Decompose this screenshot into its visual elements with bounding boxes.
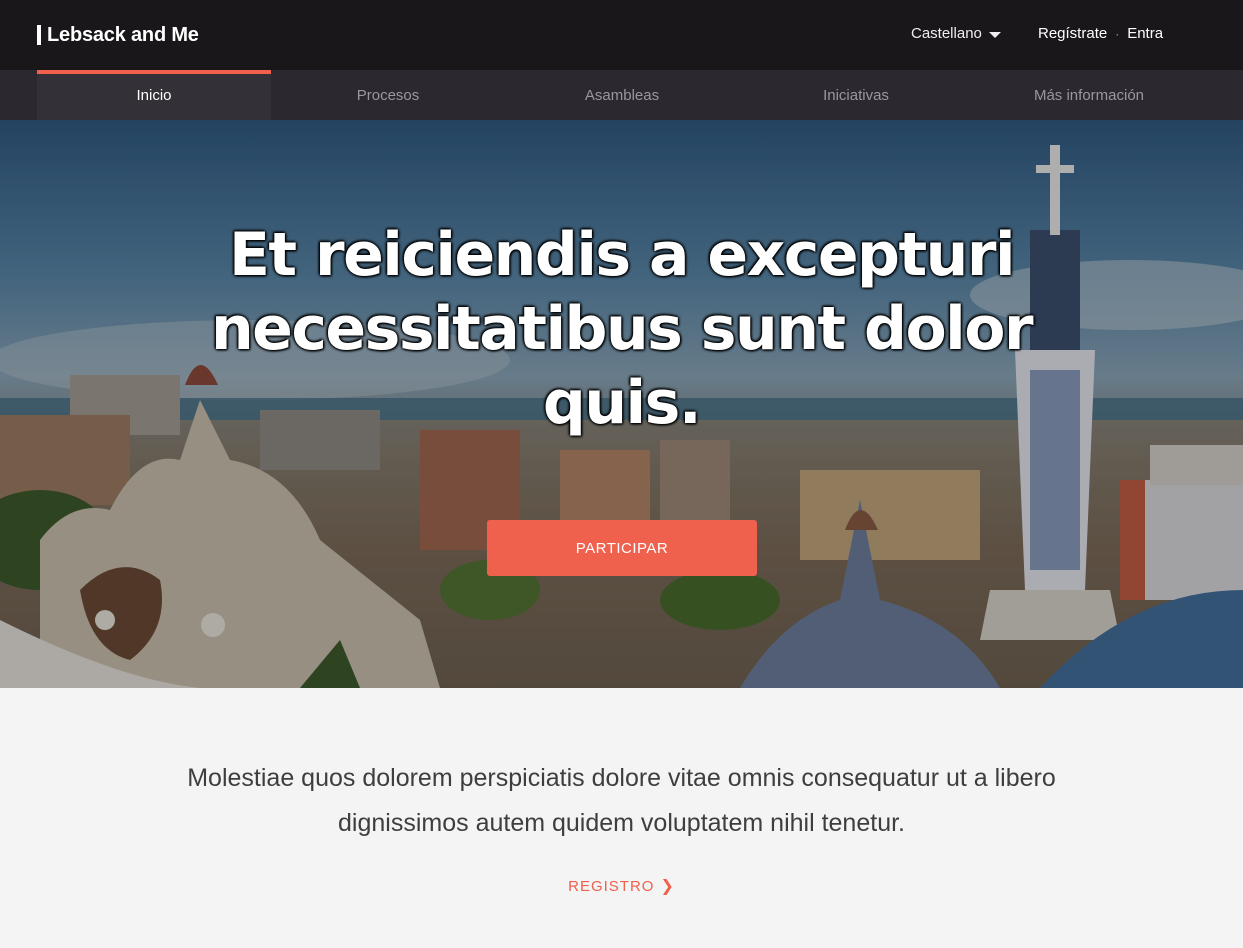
register-cta-label: REGISTRO bbox=[568, 877, 655, 895]
nav-item-inicio[interactable]: Inicio bbox=[37, 70, 271, 120]
top-bar: Lebsack and Me Castellano Regístrate · E… bbox=[0, 0, 1243, 70]
caret-down-icon bbox=[988, 31, 1001, 38]
auth-links: Regístrate · Entra bbox=[1038, 25, 1163, 42]
language-selector[interactable]: Castellano bbox=[911, 25, 1001, 42]
brand-name[interactable]: Lebsack and Me bbox=[47, 24, 199, 47]
auth-separator: · bbox=[1115, 26, 1120, 41]
nav-item-asambleas[interactable]: Asambleas bbox=[505, 70, 739, 120]
nav-item-procesos[interactable]: Procesos bbox=[271, 70, 505, 120]
register-link[interactable]: Regístrate bbox=[1038, 25, 1107, 42]
nav-item-iniciativas[interactable]: Iniciativas bbox=[739, 70, 973, 120]
hero-title: Et reiciendis a excepturi necessitatibus… bbox=[210, 220, 1034, 438]
register-cta-link[interactable]: REGISTRO ❯ bbox=[0, 876, 1243, 896]
chevron-right-icon: ❯ bbox=[660, 878, 675, 895]
hero-banner: Et reiciendis a excepturi necessitatibus… bbox=[0, 120, 1243, 688]
logo-bar-mark bbox=[37, 25, 41, 45]
login-link[interactable]: Entra bbox=[1127, 25, 1163, 42]
intro-text: Molestiae quos dolorem perspiciatis dolo… bbox=[187, 764, 1056, 837]
language-label: Castellano bbox=[911, 25, 982, 42]
participate-button[interactable]: PARTICIPAR bbox=[487, 520, 757, 576]
nav-item-mas-informacion[interactable]: Más información bbox=[972, 70, 1206, 120]
brand-logo[interactable]: Lebsack and Me bbox=[37, 23, 199, 47]
main-navigation: Inicio Procesos Asambleas Iniciativas Má… bbox=[0, 70, 1243, 120]
